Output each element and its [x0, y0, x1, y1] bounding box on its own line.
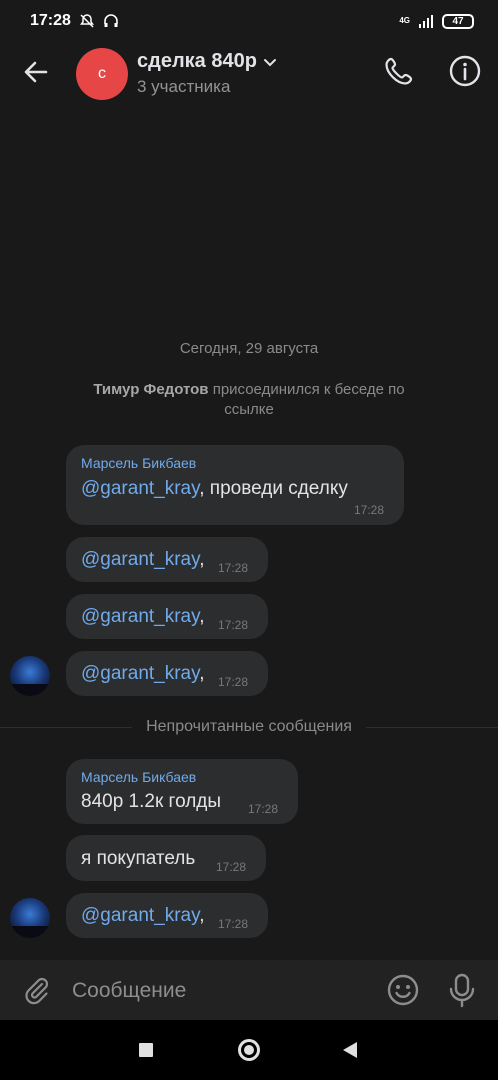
message-time: 17:28 — [218, 561, 249, 575]
message-text: @garant_kray, — [81, 905, 205, 926]
unread-label: Непрочитанные сообщения — [146, 718, 352, 735]
chat-title-button[interactable]: сделка 840р — [137, 50, 277, 73]
message-composer — [0, 960, 498, 1020]
message-text: 840р 1.2к голды — [81, 791, 222, 812]
message-time: 17:28 — [218, 917, 249, 931]
status-bar: 17:28 4G 47 — [0, 0, 498, 42]
service-actor[interactable]: Тимур Федотов — [93, 381, 208, 398]
battery-indicator: 47 — [442, 13, 474, 29]
headphones-icon — [104, 14, 118, 27]
message-bubble[interactable]: @garant_kray, 17:28 — [66, 893, 268, 938]
message-bubble[interactable]: Марсель Бикбаев 840р 1.2к голды 17:28 — [66, 759, 298, 824]
mention-link[interactable]: @garant_kray — [81, 549, 199, 570]
unread-separator: Непрочитанные сообщения — [0, 716, 498, 738]
signal-icon — [419, 15, 433, 28]
bell-off-icon — [79, 14, 94, 28]
info-icon[interactable] — [448, 54, 482, 88]
message-text: @garant_kray, — [81, 663, 205, 684]
message-time: 17:28 — [248, 802, 279, 816]
home-button[interactable] — [238, 1039, 260, 1061]
chat-title: сделка 840р — [137, 50, 257, 72]
avatar[interactable] — [10, 898, 50, 938]
message-time: 17:28 — [218, 675, 249, 689]
network-type: 4G — [399, 16, 410, 25]
status-time: 17:28 — [30, 12, 71, 29]
message-time: 17:28 — [354, 503, 385, 517]
message-bubble[interactable]: Марсель Бикбаев @garant_kray, проведи сд… — [66, 445, 404, 525]
chat-avatar[interactable]: с — [76, 48, 128, 100]
service-text: присоединился к беседе по ссылке — [212, 381, 405, 418]
message-author[interactable]: Марсель Бикбаев — [81, 769, 196, 785]
message-bubble[interactable]: @garant_kray, 17:28 — [66, 651, 268, 696]
paperclip-icon[interactable] — [20, 974, 52, 1006]
message-time: 17:28 — [218, 618, 249, 632]
date-separator: Сегодня, 29 августа — [179, 340, 319, 357]
participants-count: 3 участника — [137, 77, 231, 96]
message-bubble[interactable]: @garant_kray, 17:28 — [66, 594, 268, 639]
message-author[interactable]: Марсель Бикбаев — [81, 455, 196, 471]
mention-link[interactable]: @garant_kray — [81, 905, 199, 926]
chat-header: с сделка 840р 3 участника — [0, 42, 498, 106]
system-back-button[interactable] — [343, 1042, 357, 1058]
mention-link[interactable]: @garant_kray — [81, 478, 199, 499]
microphone-icon[interactable] — [446, 972, 478, 1008]
chevron-down-icon — [263, 58, 276, 66]
phone-icon[interactable] — [383, 55, 415, 87]
mention-link[interactable]: @garant_kray — [81, 606, 199, 627]
divider — [365, 726, 498, 728]
divider — [0, 726, 133, 728]
back-arrow-icon[interactable] — [20, 56, 52, 88]
recents-button[interactable] — [139, 1043, 153, 1057]
message-text: я покупатель — [81, 848, 196, 869]
message-input[interactable] — [72, 976, 362, 1006]
mention-link[interactable]: @garant_kray — [81, 663, 199, 684]
message-text: @garant_kray, проведи сделку — [81, 478, 348, 499]
message-text: @garant_kray, — [81, 606, 205, 627]
system-nav-bar — [0, 1020, 498, 1080]
message-bubble[interactable]: @garant_kray, 17:28 — [66, 537, 268, 582]
message-time: 17:28 — [216, 860, 247, 874]
message-bubble[interactable]: я покупатель 17:28 — [66, 835, 266, 881]
service-message: Тимур Федотов присоединился к беседе по … — [70, 380, 428, 420]
avatar[interactable] — [10, 656, 50, 696]
message-text: @garant_kray, — [81, 549, 205, 570]
emoji-icon[interactable] — [386, 973, 420, 1007]
